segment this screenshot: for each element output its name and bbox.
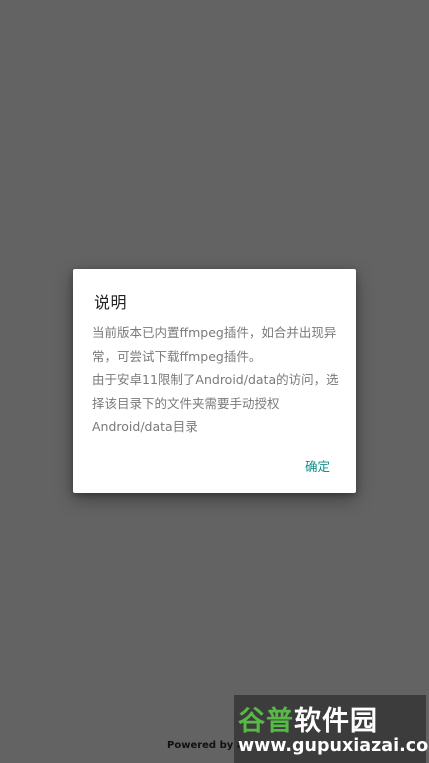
powered-by-text: Powered by a bbox=[167, 740, 244, 751]
watermark-logo: 谷普软件园 www.gupuxiazai.com bbox=[234, 695, 429, 763]
info-dialog: 说明 当前版本已内置ffmpeg插件，如合并出现异常，可尝试下载ffmpeg插件… bbox=[73, 269, 356, 493]
watermark-brand-white: 软件园 bbox=[294, 706, 378, 737]
dialog-message-paragraph-1: 当前版本已内置ffmpeg插件，如合并出现异常，可尝试下载ffmpeg插件。 bbox=[92, 325, 337, 364]
confirm-button[interactable]: 确定 bbox=[299, 452, 336, 479]
watermark-url: www.gupuxiazai.com bbox=[238, 736, 429, 756]
dimmed-background[interactable]: 说明 当前版本已内置ffmpeg插件，如合并出现异常，可尝试下载ffmpeg插件… bbox=[0, 0, 429, 763]
watermark-brand: 谷普软件园 bbox=[238, 699, 378, 738]
watermark-brand-green: 谷普 bbox=[238, 706, 294, 737]
dialog-title: 说明 bbox=[94, 293, 128, 312]
dialog-message-paragraph-2: 由于安卓11限制了Android/data的访问，选择该目录下的文件夹需要手动授… bbox=[92, 372, 339, 434]
dialog-message: 当前版本已内置ffmpeg插件，如合并出现异常，可尝试下载ffmpeg插件。 由… bbox=[92, 321, 342, 439]
